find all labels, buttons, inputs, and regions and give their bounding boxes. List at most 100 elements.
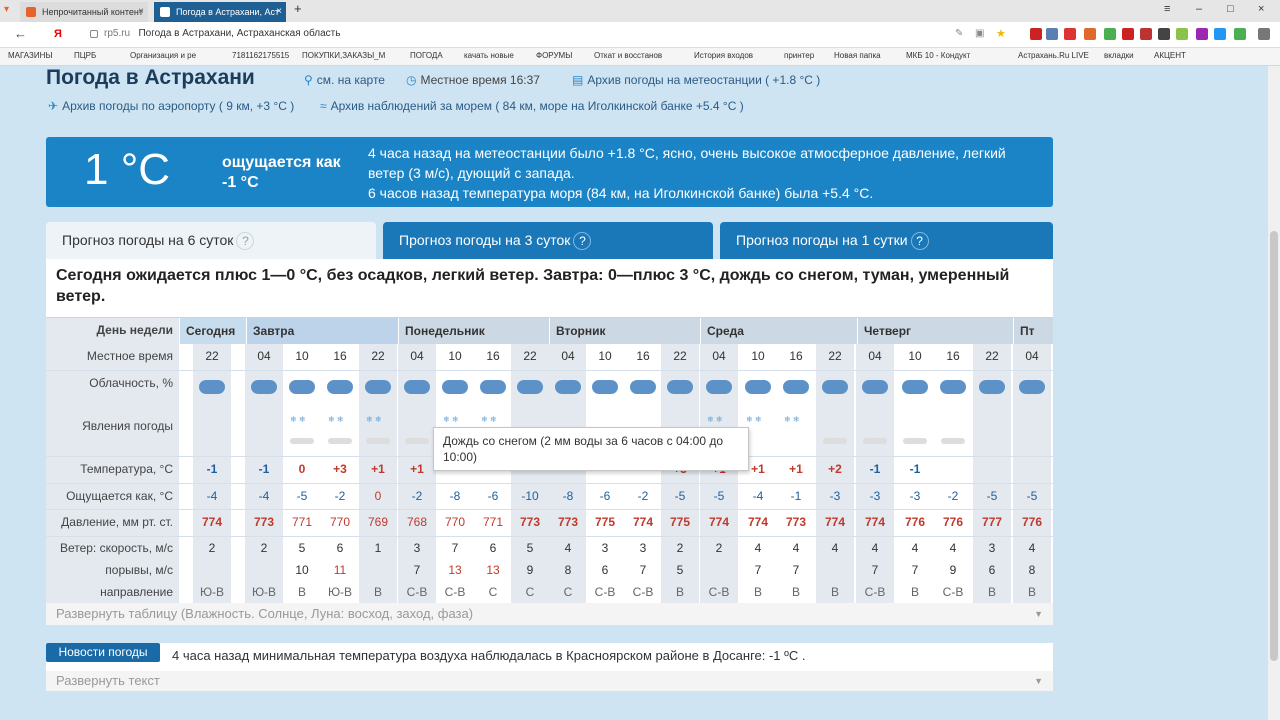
wind-speed-cell: 4 <box>871 541 879 555</box>
back-icon[interactable]: ← <box>14 26 27 41</box>
forecast-tabs: Прогноз погоды на 6 суток? Прогноз погод… <box>46 222 1053 259</box>
maximize-icon[interactable]: □ <box>1227 3 1234 15</box>
tab-3-days[interactable]: Прогноз погоды на 3 суток? <box>383 222 713 259</box>
expand-table-link[interactable]: Развернуть таблицу (Влажность. Солнце, Л… <box>46 603 1053 625</box>
day-header: Пт <box>1013 318 1053 344</box>
airport-archive-link[interactable]: ✈ Архив погоды по аэропорту ( 9 км, +3 °C… <box>48 99 294 113</box>
bookmark-item[interactable]: МКБ 10 - Кондукт <box>906 51 970 60</box>
wind-direction-cell: С-В <box>406 585 428 599</box>
row-divider <box>46 536 1053 537</box>
bookmark-item[interactable]: принтер <box>784 51 814 60</box>
map-link[interactable]: ⚲ см. на карте <box>304 73 385 87</box>
bookmark-item[interactable]: качать новые <box>464 51 514 60</box>
hour-cell: 22 <box>673 349 687 363</box>
bookmark-item[interactable]: Новая папка <box>834 51 881 60</box>
browser-menu-icon[interactable]: ▾ <box>4 4 16 16</box>
temperature-cell: +1 <box>410 462 424 476</box>
extension-icon[interactable] <box>1064 28 1076 40</box>
star-icon[interactable]: ★ <box>996 27 1006 40</box>
wind-direction-cell: В <box>791 585 800 599</box>
extension-icon[interactable] <box>1196 28 1208 40</box>
hour-cell: 22 <box>205 349 219 363</box>
tab-1-day[interactable]: Прогноз погоды на 1 сутки? <box>720 222 1053 259</box>
extension-icon[interactable] <box>1176 28 1188 40</box>
reader-icon[interactable]: ▣ <box>975 28 984 39</box>
row-label: Явления погоды <box>82 419 173 433</box>
expand-text-link[interactable]: Развернуть текст ▼ <box>46 671 1053 691</box>
extension-icon[interactable] <box>1214 28 1226 40</box>
wind-speed-cell: 2 <box>260 541 268 555</box>
feels-like-cell: -4 <box>206 489 218 503</box>
bookmark-item[interactable]: вкладки <box>1104 51 1134 60</box>
pressure-cell: 773 <box>557 515 579 529</box>
minimize-icon[interactable]: – <box>1196 3 1202 15</box>
bookmark-item[interactable]: ПЦРБ <box>74 51 96 60</box>
sea-archive-link[interactable]: ≈ Архив наблюдений за морем ( 84 км, море… <box>320 99 744 113</box>
wind-direction-cell: В <box>675 585 684 599</box>
help-icon[interactable]: ? <box>910 232 929 250</box>
extension-icon[interactable] <box>1158 28 1170 40</box>
pressure-cell: 774 <box>632 515 654 529</box>
extension-icon[interactable] <box>1104 28 1116 40</box>
pressure-cell: 776 <box>904 515 926 529</box>
snow-icon: ❄ ❄ <box>366 415 382 424</box>
bookmark-item[interactable]: МАГАЗИНЫ <box>8 51 52 60</box>
bookmark-item[interactable]: 7181162175515 <box>232 51 289 60</box>
browser-tab-1[interactable]: Непрочитанный контент × <box>20 2 148 22</box>
page-content: Погода в Астрахани ⚲ см. на карте ◷ Местно… <box>0 66 1268 720</box>
yandex-icon[interactable]: Я <box>54 28 62 40</box>
bookmark-item[interactable]: ФОРУМЫ <box>536 51 572 60</box>
wind-direction-cell: С <box>563 585 573 599</box>
pressure-cell: 774 <box>747 515 769 529</box>
close-window-icon[interactable]: × <box>1258 3 1264 15</box>
wind-direction-cell: Ю-В <box>199 585 225 599</box>
extension-icon[interactable] <box>1140 28 1152 40</box>
wind-direction-cell: В <box>373 585 382 599</box>
extension-icon[interactable] <box>1122 28 1134 40</box>
hour-cell: 04 <box>257 349 271 363</box>
extension-icon[interactable] <box>1084 28 1096 40</box>
url-field[interactable]: rp5.ru Погода в Астрахани, Астраханская … <box>104 28 340 39</box>
bookmark-item[interactable]: Организация и ре <box>130 51 196 60</box>
hour-cell: 10 <box>751 349 765 363</box>
station-archive-label: Архив погоды на метеостанции ( +1.8 °C ) <box>587 73 821 87</box>
extension-icon[interactable] <box>1234 28 1246 40</box>
help-icon[interactable]: ? <box>573 232 592 250</box>
row-label: Ветер: скорость, м/с <box>59 541 173 555</box>
bookmark-item[interactable]: История входов <box>694 51 753 60</box>
wind-gust-cell: 7 <box>871 563 879 577</box>
bookmark-item[interactable]: Астрахань.Ru LIVE <box>1018 51 1089 60</box>
download-icon[interactable] <box>1258 28 1270 40</box>
scrollbar-thumb[interactable] <box>1270 231 1278 661</box>
extension-icon[interactable] <box>1046 28 1058 40</box>
scrollbar[interactable] <box>1268 66 1280 720</box>
wind-gust-cell: 13 <box>486 563 500 577</box>
wind-speed-cell: 3 <box>639 541 647 555</box>
help-icon[interactable]: ? <box>236 232 255 250</box>
row-label: направление <box>100 585 173 599</box>
new-tab-button[interactable]: + <box>294 1 302 16</box>
fog-icon <box>366 438 390 444</box>
feels-like: ощущается как -1 °C <box>222 154 341 191</box>
tab-label: Прогноз погоды на 6 суток <box>62 232 234 248</box>
close-tab-icon[interactable]: × <box>276 2 282 22</box>
menu-icon[interactable]: ≡ <box>1164 3 1170 15</box>
pressure-cell: 770 <box>329 515 351 529</box>
browser-tab-2[interactable]: Погода в Астрахани, Аст × <box>154 2 286 22</box>
station-archive-link[interactable]: ▤ Архив погоды на метеостанции ( +1.8 °C … <box>572 73 820 87</box>
hour-cell: 10 <box>448 349 462 363</box>
bookmark-item[interactable]: Откат и восстанов <box>594 51 662 60</box>
clock-icon: ◷ <box>406 73 417 87</box>
wind-speed-cell: 4 <box>911 541 919 555</box>
tab-6-days[interactable]: Прогноз погоды на 6 суток? <box>46 222 376 259</box>
edit-icon[interactable]: ✎ <box>955 28 963 39</box>
bookmark-item[interactable]: АКЦЕНТ <box>1154 51 1186 60</box>
bookmark-item[interactable]: ПОГОДА <box>410 51 443 60</box>
news-button[interactable]: Новости погоды <box>46 643 160 662</box>
fog-icon <box>863 438 887 444</box>
day-header: Среда <box>700 318 857 344</box>
extension-icon[interactable] <box>1030 28 1042 40</box>
wind-gust-cell: 6 <box>988 563 996 577</box>
bookmark-item[interactable]: ПОКУПКИ,ЗАКАЗЫ_М <box>302 51 385 60</box>
close-tab-icon[interactable]: × <box>138 2 144 22</box>
